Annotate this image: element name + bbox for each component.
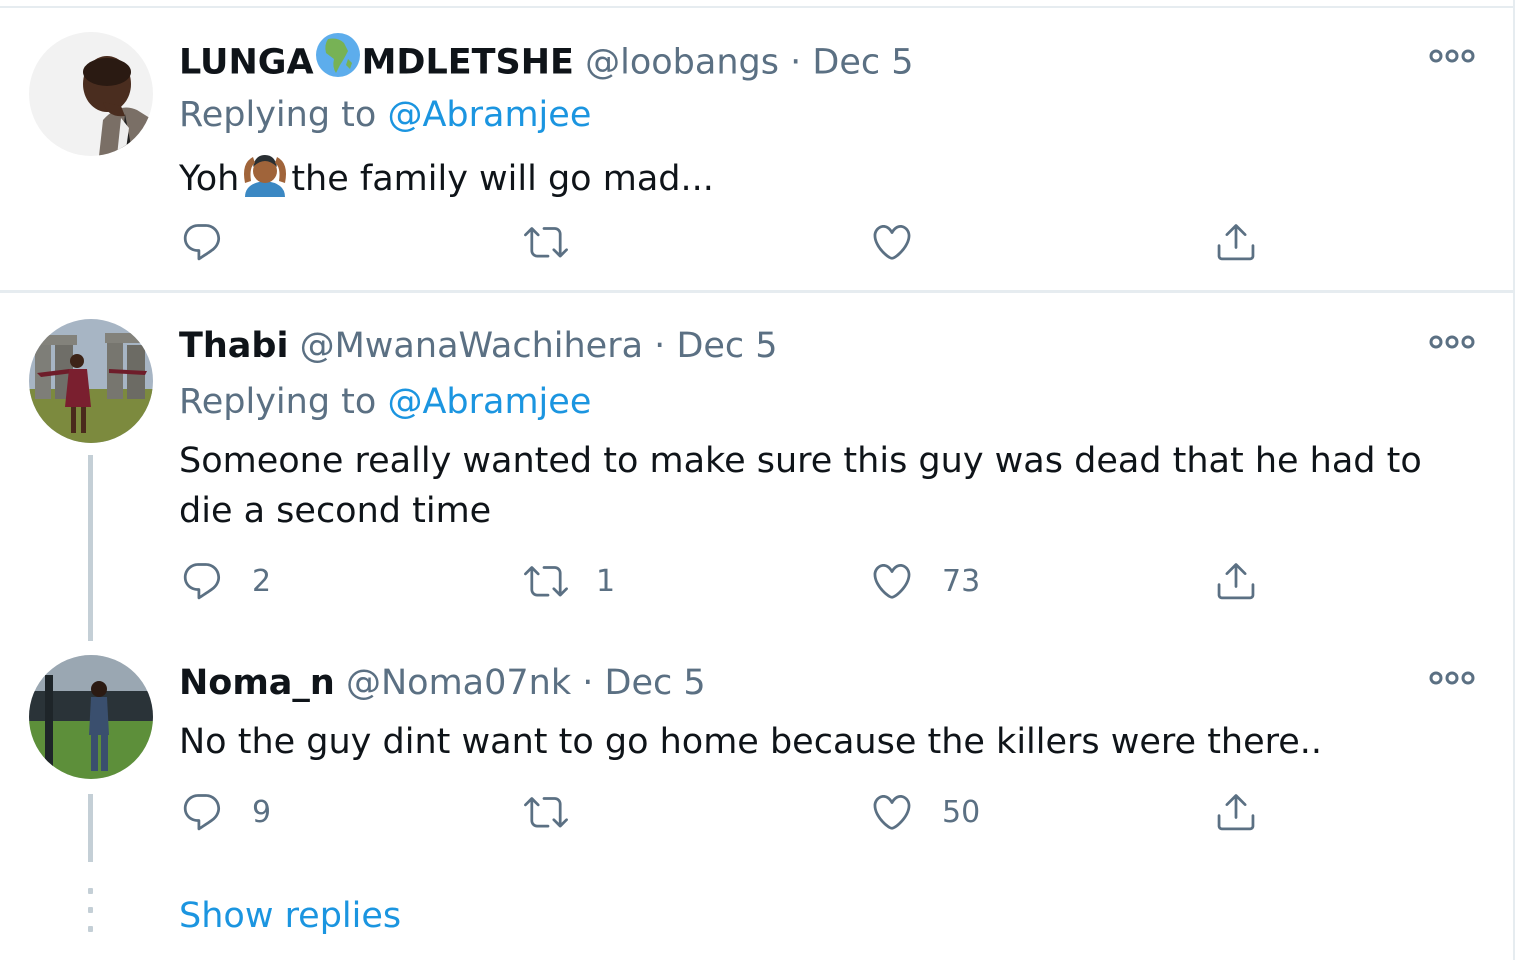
more-icon[interactable] xyxy=(1428,330,1476,354)
reply-button[interactable] xyxy=(180,212,252,272)
retweet-icon xyxy=(524,227,568,258)
replying-prefix: Replying to xyxy=(179,95,377,135)
tweet-date[interactable]: Dec 5 xyxy=(605,663,706,703)
replying-prefix: Replying to xyxy=(179,382,377,422)
like-button[interactable]: 73 xyxy=(870,551,980,611)
user-handle[interactable]: @MwanaWachihera xyxy=(300,326,643,366)
reply-count: 2 xyxy=(252,563,272,599)
mention-link[interactable]: @Abramjee xyxy=(387,382,591,422)
reply-button[interactable]: 2 xyxy=(180,551,271,611)
display-name[interactable]: Thabi xyxy=(179,326,288,366)
retweet-icon xyxy=(524,566,568,597)
share-icon xyxy=(1217,794,1255,831)
meta-separator: · xyxy=(582,663,594,703)
display-name[interactable]: Noma_n xyxy=(179,663,335,703)
tweet-text: Someone really wanted to make sure this … xyxy=(179,441,1422,531)
avatar[interactable] xyxy=(29,319,153,443)
share-icon xyxy=(1217,224,1255,261)
share-button[interactable] xyxy=(1214,782,1258,842)
user-handle[interactable]: @Noma07nk xyxy=(346,663,571,703)
tweet-text: Yoh the family will go mad... xyxy=(179,149,1465,211)
avatar[interactable] xyxy=(29,32,153,156)
share-button[interactable] xyxy=(1214,551,1258,611)
share-button[interactable] xyxy=(1214,212,1258,272)
like-button[interactable] xyxy=(870,212,942,272)
replying-to: Replying to @Abramjee xyxy=(179,87,1465,143)
user-handle[interactable]: @loobangs xyxy=(585,43,779,83)
tweet-text-end: the family will go mad... xyxy=(291,159,714,199)
tweet-text: No the guy dint want to go home because … xyxy=(179,722,1323,762)
reply-icon xyxy=(183,563,221,600)
heart-icon xyxy=(873,794,911,830)
more-icon[interactable] xyxy=(1428,666,1476,690)
heart-icon xyxy=(873,224,911,260)
retweet-icon xyxy=(524,797,568,828)
reply-icon xyxy=(183,794,221,831)
top-divider xyxy=(0,6,1515,8)
more-icon[interactable] xyxy=(1428,44,1476,68)
display-name[interactable]: LUNGA xyxy=(179,43,314,83)
show-replies-link[interactable]: Show replies xyxy=(179,888,401,944)
like-count: 73 xyxy=(942,563,981,599)
tweet-date[interactable]: Dec 5 xyxy=(812,43,913,83)
reply-button[interactable]: 9 xyxy=(180,782,271,842)
meta-separator: · xyxy=(790,42,802,83)
tweet-actions: 9 50 xyxy=(0,782,1255,842)
heart-icon xyxy=(873,563,911,599)
like-count: 50 xyxy=(942,794,981,830)
share-icon xyxy=(1217,563,1255,600)
tweet-divider xyxy=(0,290,1515,293)
avatar[interactable] xyxy=(29,655,153,779)
like-button[interactable]: 50 xyxy=(870,782,980,842)
thread-line xyxy=(88,455,93,641)
retweet-button[interactable]: 1 xyxy=(524,551,615,611)
mention-link[interactable]: @Abramjee xyxy=(387,95,591,135)
tweet-actions: 2 1 73 xyxy=(0,551,1255,611)
tweet-actions xyxy=(0,212,1255,272)
retweet-button[interactable] xyxy=(524,782,596,842)
tweet-text-start: Yoh xyxy=(179,159,240,199)
meta-separator: · xyxy=(654,326,666,366)
reply-count: 9 xyxy=(252,794,272,830)
reply-icon xyxy=(183,224,221,261)
person-gesturing-ok-emoji-icon xyxy=(239,149,291,211)
tweet-header: LUNGA MDLETSHE @loobangs · Dec 5 xyxy=(179,31,1465,87)
thread-continuation-dots xyxy=(88,888,93,936)
tweet-header: Noma_n @Noma07nk · Dec 5 xyxy=(179,655,1465,711)
tweet-date[interactable]: Dec 5 xyxy=(676,326,777,366)
replying-to: Replying to @Abramjee xyxy=(179,374,1465,430)
retweet-button[interactable] xyxy=(524,212,596,272)
retweet-count: 1 xyxy=(596,563,616,599)
tweet-header: Thabi @MwanaWachihera · Dec 5 xyxy=(179,318,1465,374)
display-name-part2[interactable]: MDLETSHE xyxy=(362,43,574,83)
